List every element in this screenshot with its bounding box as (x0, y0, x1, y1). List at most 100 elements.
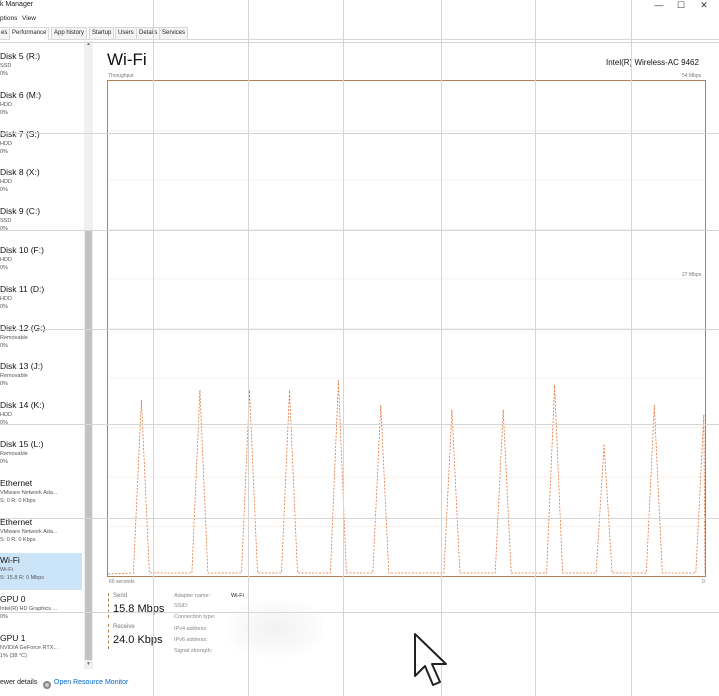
sidebar-item-name: GPU 0 (0, 594, 26, 604)
sidebar-item-name: Disk 10 (F:) (0, 245, 44, 255)
tab-performance[interactable]: Performance (9, 27, 50, 40)
sidebar-item-name: Disk 5 (R:) (0, 51, 41, 61)
sidebar-item-value: 0% (0, 343, 8, 349)
throughput-spike-point (703, 415, 705, 417)
info-label: SSID: (174, 603, 189, 609)
throughput-spike-point (248, 390, 251, 392)
overlay-vertical-line (535, 0, 536, 696)
sidebar-item-subtitle: Removable (0, 451, 28, 457)
tab-users[interactable]: Users (115, 27, 137, 39)
graph-x-left-label: 60 seconds (109, 579, 135, 585)
info-label: Signal strength: (174, 648, 213, 654)
sidebar-item-value: 0% (0, 459, 8, 465)
sidebar: Disk 5 (R:) SSD 0% Disk 6 (M:) HDD 0% Disk 7 (… (0, 41, 95, 676)
sidebar-item-name: Disk 6 (M:) (0, 90, 42, 100)
tab-app-history[interactable]: App history (51, 27, 88, 39)
sidebar-item-name: Disk 9 (C:) (0, 206, 41, 216)
info-label: Connection type: (174, 614, 216, 620)
overlay-horizontal-line (0, 518, 719, 519)
sidebar-item-value: 1% (38 °C) (0, 653, 27, 659)
sidebar-item[interactable]: Disk 10 (F:) HDD 0% (0, 243, 82, 280)
sidebar-item[interactable]: Disk 6 (M:) HDD 0% (0, 88, 82, 125)
sidebar-item[interactable]: Disk 9 (C:) SSD 0% (0, 204, 82, 241)
send-indicator (108, 593, 110, 618)
throughput-spike-point (603, 444, 605, 446)
window-title: k Manager (0, 1, 34, 8)
sidebar-item[interactable]: Disk 5 (R:) SSD 0% (0, 49, 82, 86)
sidebar-item-name: Disk 13 (J:) (0, 361, 43, 371)
tab-services[interactable]: Services (159, 27, 189, 39)
sidebar-item-value: S: 0 R: 0 Kbps (0, 537, 36, 543)
sidebar-item-subtitle: NVIDIA GeForce RTX... (0, 645, 58, 651)
sidebar-item-name: Disk 14 (K:) (0, 400, 45, 410)
sidebar-item[interactable]: GPU 0 Intel(R) HD Graphics ... 0% (0, 592, 82, 629)
sidebar-item-subtitle: VMware Network Ada... (0, 529, 58, 535)
throughput-spike-point (553, 385, 556, 387)
tab-bar: es Performance App history Startup Users… (0, 27, 719, 40)
adapter-name: Intel(R) Wireless-AC 9462 (606, 58, 699, 67)
sidebar-item-subtitle: VMware Network Ada... (0, 490, 58, 496)
overlay-vertical-line (441, 0, 442, 696)
sidebar-item[interactable]: Disk 15 (L:) Removable 0% (0, 437, 82, 474)
open-resource-monitor-link[interactable]: Open Resource Monitor (54, 679, 128, 686)
fewer-details-button[interactable]: ewer details (0, 679, 37, 686)
sidebar-item[interactable]: Disk 12 (G:) Removable 0% (0, 321, 82, 358)
receive-indicator (108, 624, 110, 649)
sidebar-item-subtitle: HDD (0, 412, 12, 418)
sidebar-item[interactable]: Disk 8 (X:) HDD 0% (0, 165, 82, 202)
sidebar-item-subtitle: Removable (0, 335, 28, 341)
throughput-spike-point (502, 410, 504, 412)
maximize-button[interactable]: ☐ (674, 1, 688, 10)
scroll-down-icon[interactable]: ▼ (84, 661, 93, 669)
sidebar-item-name: Ethernet (0, 478, 33, 488)
scrollbar-thumb[interactable] (85, 230, 92, 660)
receive-label: Receive (113, 624, 135, 630)
sidebar-item-subtitle: HDD (0, 296, 12, 302)
sidebar-item-value: S: 0 R: 0 Kbps (0, 498, 36, 504)
sidebar-item-value: 0% (0, 304, 8, 310)
info-value: Wi-Fi (231, 593, 244, 599)
sidebar-item-value: 0% (0, 149, 8, 155)
sidebar-item-subtitle: SSD (0, 218, 12, 224)
sidebar-item-name: Disk 8 (X:) (0, 167, 40, 177)
sidebar-item-subtitle: HDD (0, 179, 12, 185)
title-bar: k Manager — ☐ ✕ (0, 0, 719, 14)
sidebar-item-name: Disk 15 (L:) (0, 439, 44, 449)
sidebar-item-value: 0% (0, 187, 8, 193)
sidebar-item-name: GPU 1 (0, 633, 26, 643)
tab-startup[interactable]: Startup (89, 27, 115, 39)
overlay-vertical-line (248, 0, 249, 696)
sidebar-item[interactable]: Ethernet VMware Network Ada... S: 0 R: 0 K… (0, 476, 82, 513)
receive-value: 24.0 Kbps (113, 634, 163, 646)
resource-monitor-icon (42, 677, 52, 689)
info-label: Adapter name: (174, 593, 211, 599)
throughput-spike-point (288, 390, 291, 392)
sidebar-item[interactable]: Disk 14 (K:) HDD 0% (0, 398, 82, 435)
overlay-horizontal-line (0, 230, 719, 231)
sidebar-item-subtitle: SSD (0, 63, 12, 69)
minimize-button[interactable]: — (652, 1, 666, 10)
menu-view[interactable]: View (22, 15, 36, 22)
overlay-horizontal-line (0, 612, 719, 613)
sidebar-item[interactable]: Wi-Fi Wi-Fi S: 15.8 R: 0 Mbps (0, 553, 82, 590)
send-value: 15.8 Mbps (113, 603, 165, 615)
overlay-vertical-line (153, 0, 154, 696)
throughput-spike-point (451, 410, 453, 412)
graph-x-right-label: 0 (702, 579, 705, 585)
sidebar-item-subtitle: HDD (0, 257, 12, 263)
send-label: Send (113, 593, 128, 599)
close-button[interactable]: ✕ (697, 1, 711, 10)
sidebar-item[interactable]: Disk 13 (J:) Removable 0% (0, 359, 82, 396)
sidebar-item-name: Disk 7 (S:) (0, 129, 40, 139)
sidebar-item-value: 0% (0, 381, 8, 387)
redacted-area (228, 600, 323, 657)
sidebar-item-subtitle: HDD (0, 102, 12, 108)
overlay-vertical-line (631, 0, 632, 696)
sidebar-item[interactable]: Disk 11 (D:) HDD 0% (0, 282, 82, 319)
sidebar-item[interactable]: GPU 1 NVIDIA GeForce RTX... 1% (38 °C) (0, 631, 82, 668)
throughput-spike-point (199, 390, 201, 392)
tab-details[interactable]: Details (136, 27, 161, 39)
sidebar-item-name: Disk 11 (D:) (0, 284, 45, 294)
sidebar-item[interactable]: Ethernet VMware Network Ada... S: 0 R: 0 K… (0, 515, 82, 552)
menu-options[interactable]: ptions (0, 15, 17, 22)
